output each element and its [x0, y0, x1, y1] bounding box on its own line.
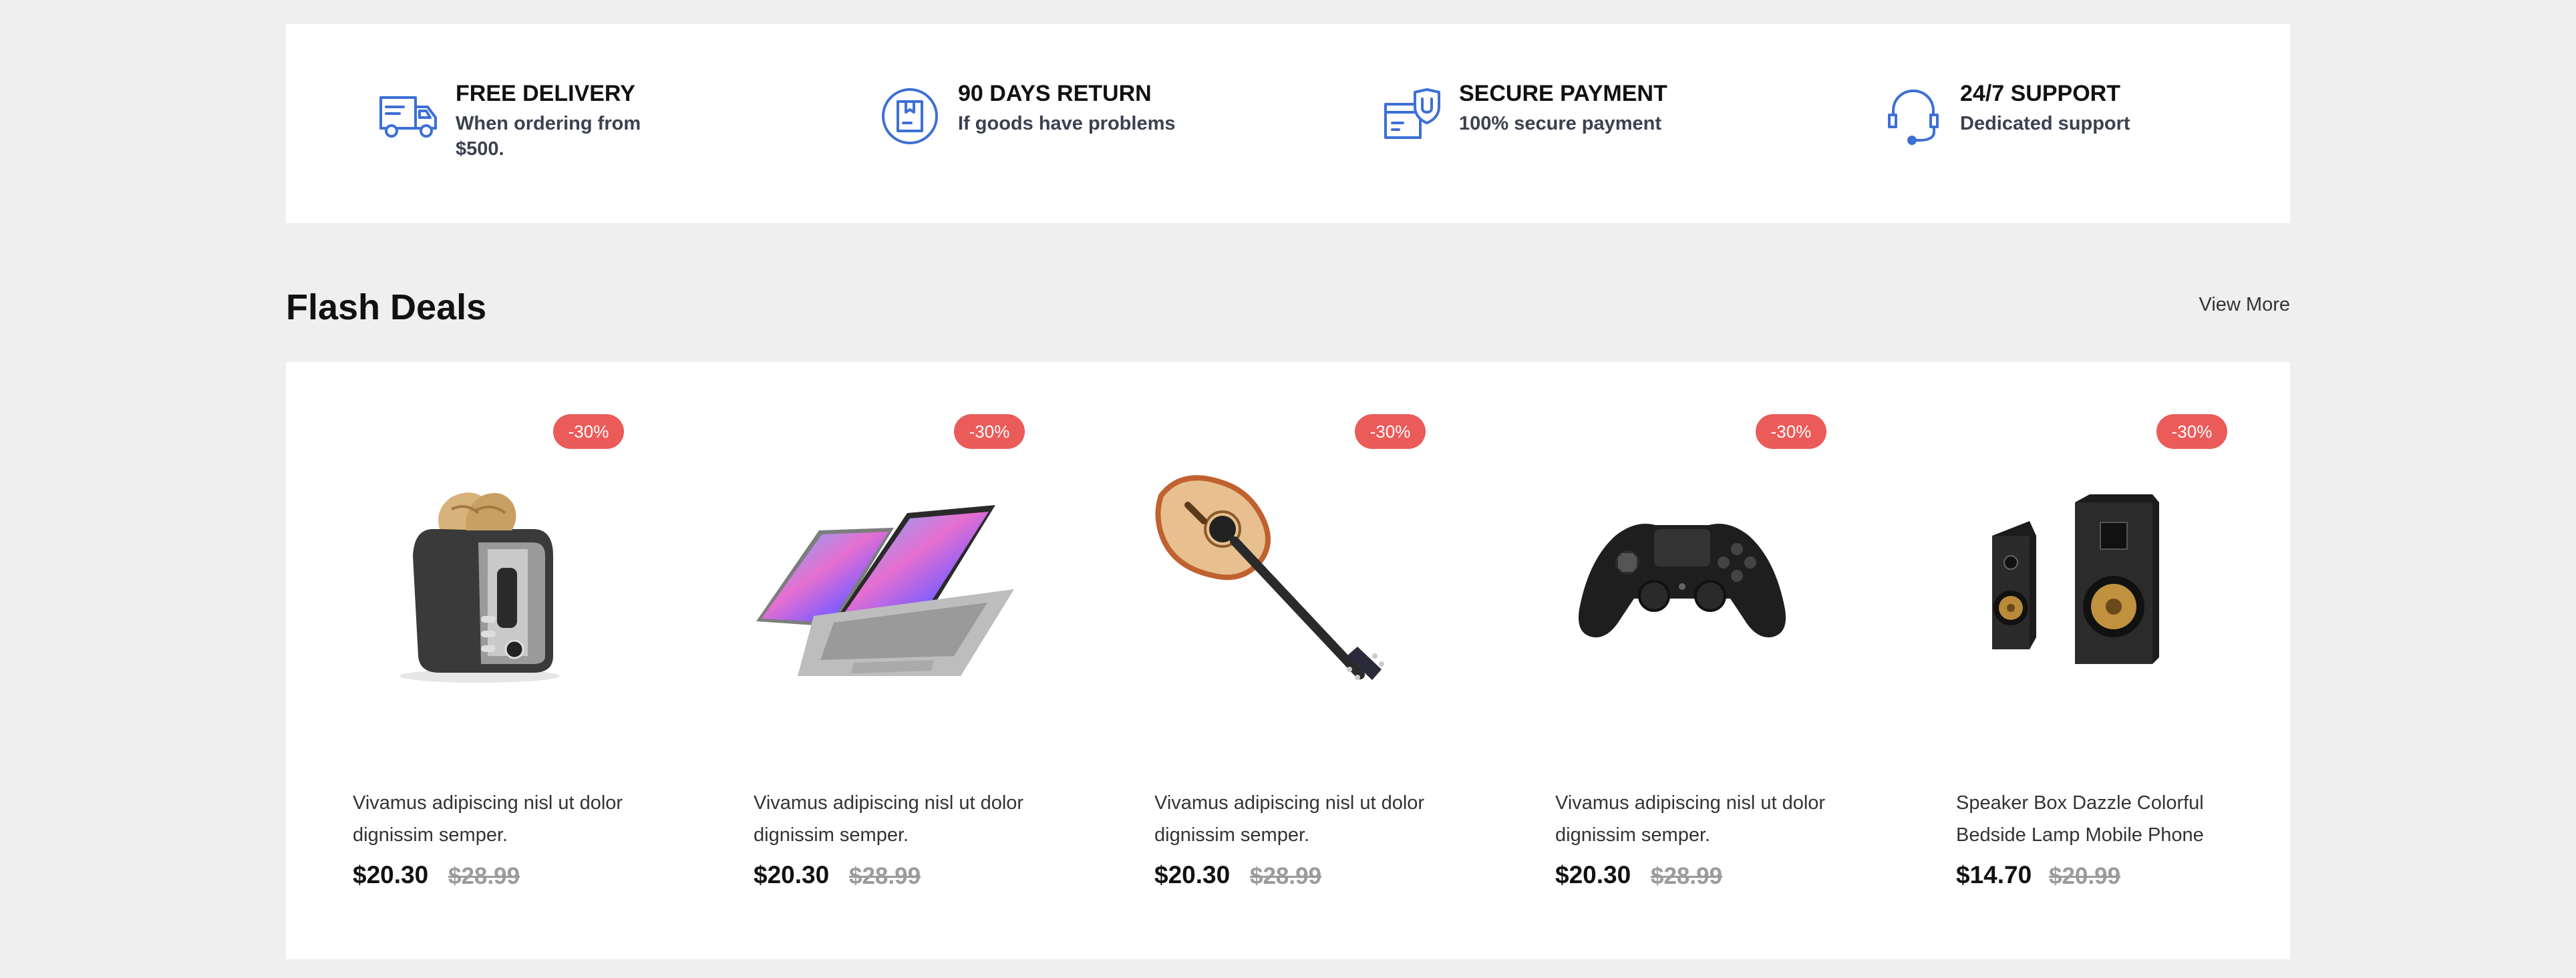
return-box-icon: [879, 84, 943, 148]
product-price: $14.70: [1956, 861, 2032, 888]
product-old-price: $28.99: [448, 863, 520, 889]
discount-badge: -30%: [1355, 414, 1426, 449]
feature-title: 90 DAYS RETURN: [958, 81, 1152, 106]
gamepad-image[interactable]: [1535, 456, 1829, 696]
product-price: $20.30: [1555, 861, 1631, 888]
feature-description: If goods have problems: [958, 113, 1176, 134]
guitar-image[interactable]: [1134, 456, 1428, 696]
delivery-truck-icon: [377, 84, 441, 148]
discount-badge: -30%: [954, 414, 1025, 449]
features-bar: FREE DELIVERY When ordering from $500. 9…: [286, 24, 2290, 223]
product-price: $20.30: [1154, 861, 1231, 888]
feature-title: 24/7 SUPPORT: [1960, 81, 2120, 106]
product-card[interactable]: -30% Speaker Box Dazzle Colorful Bedside…: [1889, 362, 2227, 959]
discount-badge: -30%: [553, 414, 624, 449]
speakers-image[interactable]: [1936, 456, 2230, 696]
section-title: Flash Deals: [286, 287, 487, 327]
feature-description: Dedicated support: [1960, 113, 2130, 134]
headset-icon: [1881, 84, 1945, 148]
toaster-image[interactable]: [333, 456, 627, 696]
feature-free-delivery: FREE DELIVERY When ordering from $500.: [377, 79, 751, 186]
product-card[interactable]: -30% Vivamus adipiscing nisl ut dolor di…: [1488, 362, 1826, 959]
feature-title: SECURE PAYMENT: [1459, 81, 1667, 106]
product-name[interactable]: Vivamus adipiscing nisl ut dolor digniss…: [353, 787, 647, 851]
feature-description: When ordering from $500.: [456, 113, 641, 160]
product-name[interactable]: Speaker Box Dazzle Colorful Bedside Lamp…: [1956, 787, 2250, 851]
feature-90-days-return: 90 DAYS RETURN If goods have problems: [879, 79, 1253, 186]
product-old-price: $28.99: [1250, 863, 1322, 889]
product-price: $20.30: [353, 861, 429, 888]
flash-deals-carousel: -30% Vivamus adipiscing nisl ut dolor di…: [286, 362, 2290, 959]
laptop-image[interactable]: [734, 456, 1027, 696]
discount-badge: -30%: [2156, 414, 2227, 449]
product-name[interactable]: Vivamus adipiscing nisl ut dolor digniss…: [754, 787, 1048, 851]
product-price: $20.30: [754, 861, 830, 888]
product-old-price: $20.99: [2049, 863, 2121, 889]
product-old-price: $28.99: [1651, 863, 1723, 889]
view-more-link[interactable]: View More: [2199, 291, 2290, 318]
product-card[interactable]: -30% Vivamus adipiscing nisl ut dolor di…: [286, 362, 624, 959]
secure-card-icon: [1380, 84, 1444, 148]
feature-title: FREE DELIVERY: [456, 81, 635, 106]
product-card[interactable]: -30% Vivamus adipiscing nisl ut dolor di…: [1088, 362, 1426, 959]
product-name[interactable]: Vivamus adipiscing nisl ut dolor digniss…: [1154, 787, 1448, 851]
product-name[interactable]: Vivamus adipiscing nisl ut dolor digniss…: [1555, 787, 1849, 851]
feature-24-7-support: 24/7 SUPPORT Dedicated support: [1881, 79, 2255, 186]
feature-description: 100% secure payment: [1459, 113, 1662, 134]
discount-badge: -30%: [1756, 414, 1826, 449]
product-card[interactable]: -30% Vivamus adipiscing nisl ut dolor di…: [687, 362, 1025, 959]
product-old-price: $28.99: [849, 863, 921, 889]
feature-secure-payment: SECURE PAYMENT 100% secure payment: [1380, 79, 1754, 186]
